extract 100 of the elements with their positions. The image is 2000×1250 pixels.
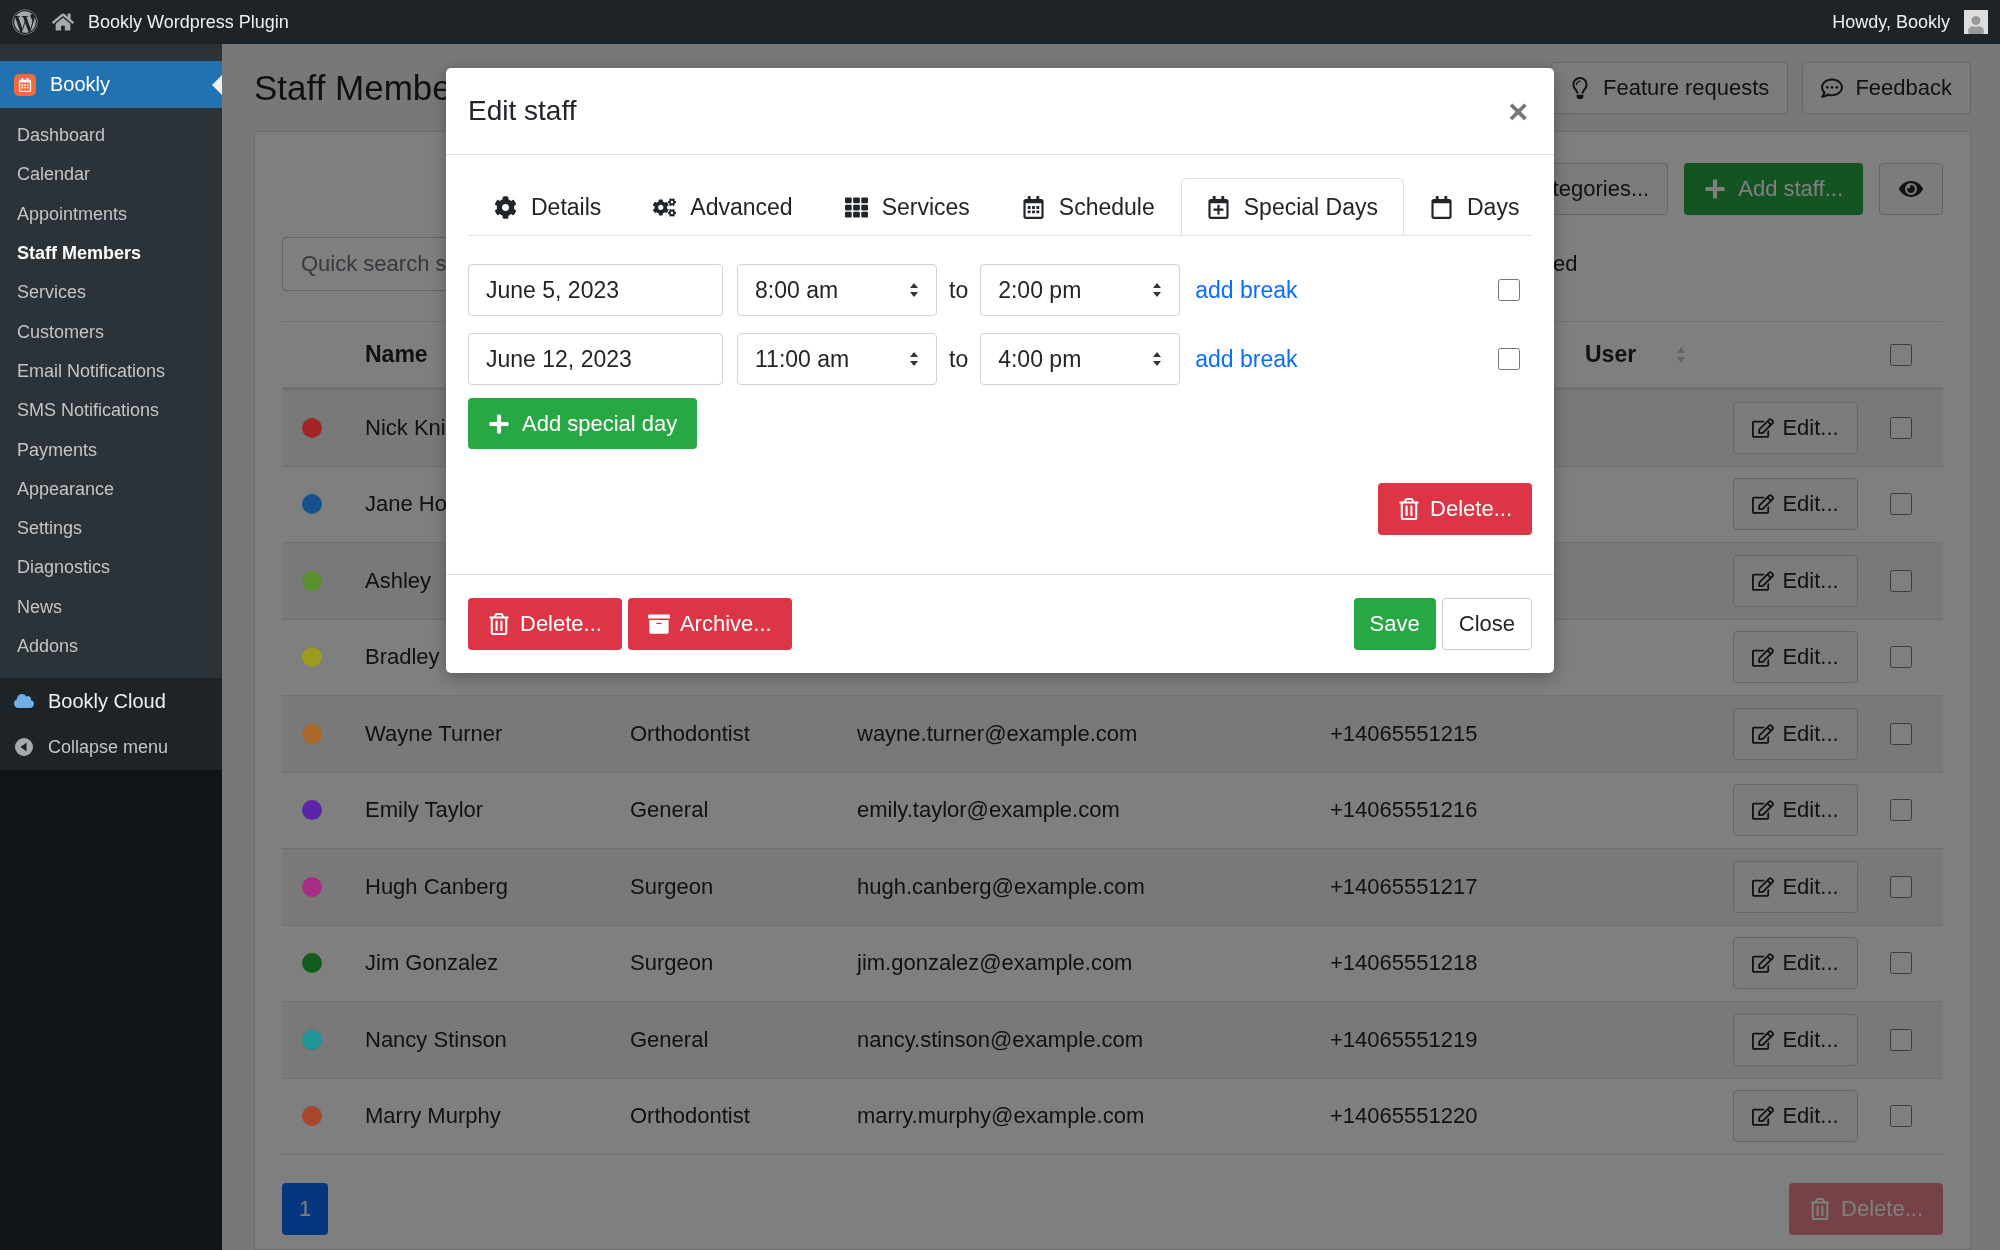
table-cell: Marry Murphy [365,1103,501,1130]
row-checkbox[interactable] [1889,722,1912,745]
edit-button[interactable]: Edit... [1733,937,1858,990]
table-cell: Ashley [365,567,432,594]
updown-icon [1152,282,1163,298]
table-cell: Orthodontist [630,720,750,747]
day-checkbox[interactable] [1498,279,1520,301]
sidebar-item[interactable]: Staff Members [0,233,222,274]
sidebar-item[interactable]: Appointments [0,194,222,234]
add-break-link[interactable]: add break [1195,345,1298,373]
sidebar-plugin-item[interactable]: Bookly [0,61,222,108]
row-checkbox[interactable] [1889,875,1912,898]
row-checkbox[interactable] [1889,1028,1912,1051]
archive-button[interactable]: Archive... [627,598,792,650]
table-cell: Jim Gonzalez [365,950,499,977]
sidebar-item[interactable]: Addons [0,626,222,667]
table-cell: Emily Taylor [365,797,484,824]
time-select[interactable]: 2:00 pm [980,264,1181,316]
edit-icon [1752,569,1775,592]
time-select[interactable]: 11:00 am [737,333,937,385]
table-cell: Nick Kni [365,414,446,441]
greeting[interactable]: Howdy, Bookly [1832,11,1950,33]
row-checkbox[interactable] [1889,569,1912,592]
row-checkbox[interactable] [1889,493,1912,516]
close-button[interactable]: Close [1441,598,1532,650]
calendar-plus-icon [1206,195,1230,219]
dialog-title: Edit staff [468,95,577,127]
day-checkbox[interactable] [1498,348,1520,370]
edit-button[interactable]: Edit... [1733,1090,1858,1143]
date-field[interactable]: June 5, 2023 [468,264,723,316]
edit-icon [1752,1028,1775,1051]
table-cell: Hugh Canberg [365,873,509,900]
visibility-button[interactable] [1879,163,1943,215]
table-cell: +14065551218 [1330,950,1478,977]
table-cell: Jane Ho [365,491,447,518]
delete-button[interactable]: Delete... [468,598,622,650]
edit-icon [1752,799,1775,822]
avatar-icon[interactable] [1964,10,1988,34]
plus-icon [1704,178,1727,200]
table-cell: General [630,1026,709,1053]
time-select[interactable]: 8:00 am [737,264,937,316]
edit-button[interactable]: Edit... [1733,554,1858,607]
sidebar-item[interactable]: Appearance [0,469,222,509]
gears-icon [653,196,677,219]
date-field[interactable]: June 12, 2023 [468,333,723,385]
row-checkbox[interactable] [1889,1105,1912,1128]
select-all-checkbox[interactable] [1889,343,1912,366]
add-break-link[interactable]: add break [1195,276,1298,304]
calendar-app-icon [14,73,36,96]
header-button[interactable]: Feature requests [1550,61,1789,114]
delete-button[interactable]: Delete... [1378,483,1532,535]
table-cell: hugh.canberg@example.com [857,873,1145,900]
table-cell: emily.taylor@example.com [857,797,1120,824]
page-title: Staff Membe [254,67,452,108]
column-header[interactable]: User [1585,341,1637,368]
row-checkbox[interactable] [1889,952,1912,975]
separator-text: to [949,276,969,304]
sidebar-item[interactable]: Dashboard [0,116,222,156]
edit-button[interactable]: Edit... [1733,860,1858,913]
column-header[interactable]: Name [365,341,428,368]
sidebar-item[interactable]: Services [0,273,222,313]
updown-icon [1152,351,1163,367]
sidebar-item[interactable]: Diagnostics [0,548,222,588]
table-cell: Orthodontist [630,1103,750,1130]
close-button[interactable]: × [1504,91,1532,131]
sidebar-item[interactable]: Payments [0,430,222,470]
edit-button[interactable]: Edit... [1733,631,1858,684]
header-button[interactable]: Feedback [1802,61,1971,114]
edit-button[interactable]: Edit... [1733,478,1858,531]
edit-button[interactable]: Edit... [1733,401,1858,454]
updown-icon [909,282,919,298]
row-checkbox[interactable] [1889,416,1912,439]
table-cell: +14065551216 [1330,797,1478,824]
wordpress-logo-icon[interactable] [12,9,38,35]
site-title[interactable]: Bookly Wordpress Plugin [88,11,289,33]
sidebar-item[interactable]: News [0,587,222,627]
tab[interactable]: Special Days [1180,178,1404,235]
sidebar-item[interactable]: SMS Notifications [0,391,222,431]
table-cell: Nancy Stinson [365,1026,507,1053]
trash-icon [1398,498,1421,520]
table-cell: +14065551215 [1330,720,1478,747]
time-select[interactable]: 4:00 pm [980,333,1181,385]
row-checkbox[interactable] [1889,799,1912,822]
edit-button[interactable]: Edit... [1733,784,1858,837]
home-icon[interactable] [52,11,74,33]
gear-icon [494,196,517,219]
row-checkbox[interactable] [1889,646,1912,669]
updown-icon [909,351,919,367]
sidebar-item[interactable]: Customers [0,312,222,352]
sidebar-item[interactable]: Settings [0,508,222,549]
edit-icon [1752,952,1775,975]
table-cell: nancy.stinson@example.com [857,1026,1144,1053]
edit-button[interactable]: Edit... [1733,1013,1858,1066]
table-cell: General [630,797,709,824]
collapse-icon [14,737,34,758]
edit-button[interactable]: Edit... [1733,707,1858,760]
sidebar-item[interactable]: Email Notifications [0,351,222,392]
table-cell: Bradley [365,644,440,671]
sidebar-item[interactable]: Calendar [0,155,222,195]
edit-icon [1752,875,1775,898]
